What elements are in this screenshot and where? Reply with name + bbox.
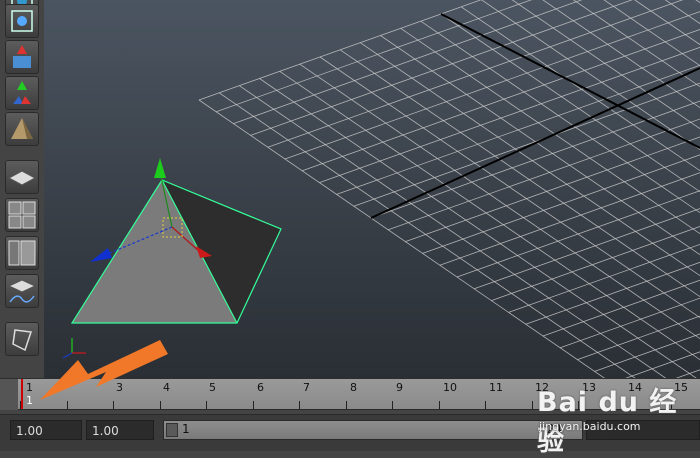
tool-6-icon bbox=[5, 322, 39, 356]
four-view-layout-icon bbox=[5, 198, 39, 232]
frame-tick bbox=[160, 401, 161, 409]
frame-label: 10 bbox=[443, 381, 457, 394]
single-view-layout-button[interactable] bbox=[5, 160, 39, 194]
playback-range-slider[interactable]: 1 24 bbox=[163, 420, 583, 440]
manipulator-z-handle[interactable] bbox=[90, 248, 112, 262]
frame-tick bbox=[253, 401, 254, 409]
playhead[interactable] bbox=[21, 379, 23, 409]
frame-tick bbox=[206, 401, 207, 409]
four-view-layout-button[interactable] bbox=[5, 198, 39, 232]
start-time-field[interactable]: 1.00 bbox=[10, 420, 82, 440]
viewport-panel[interactable] bbox=[0, 0, 700, 378]
frame-label: 8 bbox=[350, 381, 357, 394]
outliner-layout-button[interactable] bbox=[5, 236, 39, 270]
graph-editor-layout-button[interactable] bbox=[5, 274, 39, 308]
frame-tick bbox=[113, 401, 114, 409]
frame-tick bbox=[67, 401, 68, 409]
frame-label: 3 bbox=[116, 381, 123, 394]
frame-tick bbox=[346, 401, 347, 409]
scene-view[interactable] bbox=[0, 0, 700, 378]
pyramid-object[interactable] bbox=[72, 180, 281, 323]
frame-label: 1 bbox=[26, 381, 33, 394]
snap-tool-icon bbox=[5, 40, 39, 74]
single-view-layout-icon bbox=[5, 160, 39, 194]
frame-label: 9 bbox=[396, 381, 403, 394]
range-start-handle[interactable] bbox=[166, 423, 178, 437]
axis-indicator bbox=[63, 338, 86, 358]
playback-start-field[interactable]: 1.00 bbox=[86, 420, 154, 440]
scale-tool-icon bbox=[5, 4, 39, 38]
frame-tick bbox=[485, 401, 486, 409]
tool-box bbox=[0, 0, 44, 378]
frame-label: 6 bbox=[257, 381, 264, 394]
frame-tick bbox=[20, 401, 21, 409]
frame-label: 4 bbox=[163, 381, 170, 394]
graph-editor-layout-icon bbox=[5, 274, 39, 308]
rotate-tool-button[interactable] bbox=[5, 76, 39, 110]
frame-tick bbox=[392, 401, 393, 409]
rotate-tool-icon bbox=[5, 76, 39, 110]
outliner-layout-icon bbox=[5, 236, 39, 270]
frame-tick bbox=[299, 401, 300, 409]
frame-tick bbox=[439, 401, 440, 409]
frame-label: 7 bbox=[303, 381, 310, 394]
pyramid-tool-icon bbox=[5, 112, 39, 146]
snap-tool-button[interactable] bbox=[5, 40, 39, 74]
range-slider-start-label: 1 bbox=[182, 422, 190, 436]
frame-label: 11 bbox=[489, 381, 503, 394]
baidu-jingyan-watermark: Bai du 经验 jingyan.baidu.com bbox=[533, 380, 698, 450]
watermark-logo: Bai du 经验 bbox=[537, 380, 698, 458]
frame-label: 5 bbox=[209, 381, 216, 394]
manipulator-y-handle[interactable] bbox=[154, 158, 166, 178]
watermark-site-text: jingyan.baidu.com bbox=[539, 420, 641, 433]
pyramid-tool-button[interactable] bbox=[5, 112, 39, 146]
timeline-grip bbox=[0, 379, 19, 410]
current-frame-label: 1 bbox=[26, 394, 33, 407]
scale-tool-button[interactable] bbox=[5, 4, 39, 38]
tool-6-button[interactable] bbox=[5, 322, 39, 356]
ground-grid bbox=[199, 0, 700, 378]
